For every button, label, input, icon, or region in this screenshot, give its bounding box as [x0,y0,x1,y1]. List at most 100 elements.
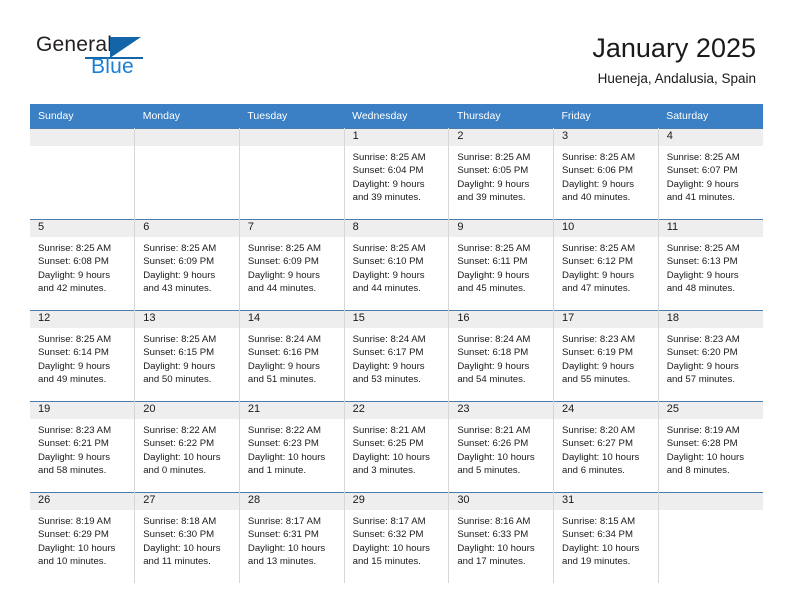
day-details: Sunrise: 8:25 AM Sunset: 6:15 PM Daylight:… [135,328,239,387]
day-detail-line: Sunset: 6:21 PM [38,438,109,450]
day-details [659,510,763,515]
calendar-day-cell[interactable]: 13 Sunrise: 8:25 AM Sunset: 6:15 PM Dayligh… [134,310,240,402]
day-number: 5 [30,220,135,237]
calendar-day-cell[interactable]: 28 Sunrise: 8:17 AM Sunset: 6:31 PM Dayligh… [238,492,345,583]
calendar-week-row: 5 Sunrise: 8:25 AM Sunset: 6:08 PM Daylight… [30,219,763,311]
day-number: 16 [449,311,554,328]
day-number: 9 [449,220,554,237]
day-detail-line: Sunset: 6:09 PM [143,256,215,268]
calendar-body: 1 Sunrise: 8:25 AM Sunset: 6:04 PM Daylight… [30,128,763,583]
day-detail-line: Sunrise: 8:21 AM [457,425,531,436]
calendar-week-row: 1 Sunrise: 8:25 AM Sunset: 6:04 PM Daylight… [30,128,763,220]
day-detail-line: Daylight: 10 hours [562,542,640,554]
day-detail-line: and 43 minutes. [143,283,212,295]
day-detail-line: Sunrise: 8:19 AM [38,516,112,527]
day-details: Sunrise: 8:25 AM Sunset: 6:08 PM Daylight:… [30,237,134,296]
day-detail-line: Daylight: 9 hours [562,269,635,281]
calendar-day-cell[interactable]: 24 Sunrise: 8:20 AM Sunset: 6:27 PM Dayligh… [553,401,659,493]
day-detail-line: Sunrise: 8:23 AM [666,334,740,345]
calendar-day-cell[interactable]: 17 Sunrise: 8:23 AM Sunset: 6:19 PM Dayligh… [553,310,659,402]
calendar-day-cell[interactable]: 7 Sunrise: 8:25 AM Sunset: 6:09 PM Daylight… [238,219,345,311]
calendar-day-cell[interactable]: 22 Sunrise: 8:21 AM Sunset: 6:25 PM Dayligh… [343,401,450,493]
calendar-day-cell[interactable]: 19 Sunrise: 8:23 AM Sunset: 6:21 PM Dayligh… [30,401,136,493]
day-detail-line: Daylight: 9 hours [143,269,216,281]
day-detail-line: and 44 minutes. [247,283,317,295]
day-detail-line: Sunrise: 8:17 AM [352,516,426,527]
day-number: 26 [30,493,135,510]
calendar-day-cell[interactable]: 10 Sunrise: 8:25 AM Sunset: 6:12 PM Dayligh… [553,219,659,311]
day-details: Sunrise: 8:22 AM Sunset: 6:22 PM Daylight:… [135,419,239,478]
calendar-day-cell[interactable]: 20 Sunrise: 8:22 AM Sunset: 6:22 PM Dayligh… [134,401,240,493]
calendar-day-cell[interactable]: 30 Sunrise: 8:16 AM Sunset: 6:33 PM Dayligh… [448,492,555,583]
day-detail-line: Sunset: 6:28 PM [666,438,738,450]
calendar-day-cell[interactable]: 26 Sunrise: 8:19 AM Sunset: 6:29 PM Dayligh… [30,492,136,583]
day-detail-line: and 15 minutes. [352,556,421,568]
day-number: 14 [239,311,344,328]
calendar-day-cell[interactable]: 11 Sunrise: 8:25 AM Sunset: 6:13 PM Dayligh… [657,219,763,311]
day-detail-line: and 0 minutes. [143,465,207,477]
day-detail-line: Sunrise: 8:25 AM [457,152,531,163]
page-subtitle: Hueneja, Andalusia, Spain [597,71,756,86]
day-detail-line: and 39 minutes. [457,192,526,204]
weekday-header-row: Sunday Monday Tuesday Wednesday Thursday Frid… [30,104,763,129]
day-detail-line: and 49 minutes. [38,374,107,386]
day-detail-line: Daylight: 9 hours [666,178,739,190]
day-detail-line: Sunset: 6:15 PM [143,347,215,359]
day-detail-line: and 58 minutes. [38,465,107,477]
weekday-header-friday: Friday [553,104,659,129]
day-number: 29 [344,493,449,510]
day-detail-line: Sunset: 6:12 PM [562,256,633,268]
day-detail-line: Sunrise: 8:15 AM [562,516,636,527]
day-detail-line: and 8 minutes. [666,465,730,477]
calendar-day-cell[interactable]: 2 Sunrise: 8:25 AM Sunset: 6:05 PM Daylight… [448,128,555,220]
day-detail-line: Sunset: 6:14 PM [38,347,109,359]
calendar-day-cell[interactable]: 1 Sunrise: 8:25 AM Sunset: 6:04 PM Daylight… [343,128,450,220]
day-details: Sunrise: 8:25 AM Sunset: 6:10 PM Daylight:… [345,237,449,296]
calendar-day-cell[interactable]: 8 Sunrise: 8:25 AM Sunset: 6:10 PM Daylight… [343,219,450,311]
calendar-day-cell[interactable]: 29 Sunrise: 8:17 AM Sunset: 6:32 PM Dayligh… [343,492,450,583]
day-number: 17 [554,311,658,328]
day-detail-line: Daylight: 9 hours [352,178,425,190]
calendar-day-cell[interactable]: 21 Sunrise: 8:22 AM Sunset: 6:23 PM Dayligh… [238,401,345,493]
day-detail-line: Sunset: 6:17 PM [352,347,424,359]
calendar-day-cell[interactable]: 31 Sunrise: 8:15 AM Sunset: 6:34 PM Dayligh… [553,492,659,583]
calendar-day-cell[interactable]: 15 Sunrise: 8:24 AM Sunset: 6:17 PM Dayligh… [343,310,450,402]
day-detail-line: Daylight: 9 hours [38,451,110,463]
day-details: Sunrise: 8:24 AM Sunset: 6:18 PM Daylight:… [449,328,553,387]
day-detail-line: Sunrise: 8:25 AM [247,243,321,254]
day-detail-line: Sunset: 6:26 PM [457,438,529,450]
weekday-header-wednesday: Wednesday [344,104,449,129]
day-detail-line: and 11 minutes. [143,556,211,568]
day-detail-line: Sunset: 6:18 PM [457,347,529,359]
calendar-day-cell[interactable]: 25 Sunrise: 8:19 AM Sunset: 6:28 PM Dayligh… [657,401,763,493]
calendar-day-cell[interactable]: 16 Sunrise: 8:24 AM Sunset: 6:18 PM Dayligh… [448,310,555,402]
calendar-day-cell[interactable]: 6 Sunrise: 8:25 AM Sunset: 6:09 PM Daylight… [134,219,240,311]
day-number: 23 [449,402,554,419]
calendar-day-cell[interactable]: 5 Sunrise: 8:25 AM Sunset: 6:08 PM Daylight… [30,219,136,311]
day-number: 1 [344,129,449,146]
day-detail-line: Sunset: 6:06 PM [562,165,633,177]
day-details: Sunrise: 8:16 AM Sunset: 6:33 PM Daylight:… [449,510,553,569]
day-number: 25 [658,402,763,419]
day-detail-line: and 17 minutes. [457,556,526,568]
day-detail-line: Daylight: 10 hours [247,451,326,463]
day-details: Sunrise: 8:25 AM Sunset: 6:11 PM Daylight:… [449,237,553,296]
calendar-day-cell[interactable]: 27 Sunrise: 8:18 AM Sunset: 6:30 PM Dayligh… [134,492,240,583]
calendar-day-cell[interactable]: 12 Sunrise: 8:25 AM Sunset: 6:14 PM Dayligh… [30,310,136,402]
calendar-day-cell[interactable]: 23 Sunrise: 8:21 AM Sunset: 6:26 PM Dayligh… [448,401,555,493]
calendar-day-cell[interactable]: 9 Sunrise: 8:25 AM Sunset: 6:11 PM Daylight… [448,219,555,311]
calendar-day-cell[interactable]: 3 Sunrise: 8:25 AM Sunset: 6:06 PM Daylight… [553,128,659,220]
calendar-day-cell[interactable]: 4 Sunrise: 8:25 AM Sunset: 6:07 PM Daylight… [657,128,763,220]
calendar-day-cell[interactable]: 14 Sunrise: 8:24 AM Sunset: 6:16 PM Dayligh… [238,310,345,402]
calendar-week-row: 19 Sunrise: 8:23 AM Sunset: 6:21 PM Dayligh… [30,401,763,493]
day-detail-line: Sunrise: 8:20 AM [562,425,636,436]
day-detail-line: and 48 minutes. [666,283,735,295]
day-detail-line: and 19 minutes. [562,556,631,568]
day-detail-line: Sunrise: 8:25 AM [352,243,426,254]
calendar-day-cell[interactable]: 18 Sunrise: 8:23 AM Sunset: 6:20 PM Dayligh… [657,310,763,402]
day-detail-line: Sunrise: 8:19 AM [666,425,740,436]
general-blue-logo[interactable]: General Blue [36,33,216,87]
day-details: Sunrise: 8:25 AM Sunset: 6:09 PM Daylight:… [240,237,344,296]
day-detail-line: Sunrise: 8:25 AM [562,152,636,163]
weekday-header-monday: Monday [134,104,240,129]
